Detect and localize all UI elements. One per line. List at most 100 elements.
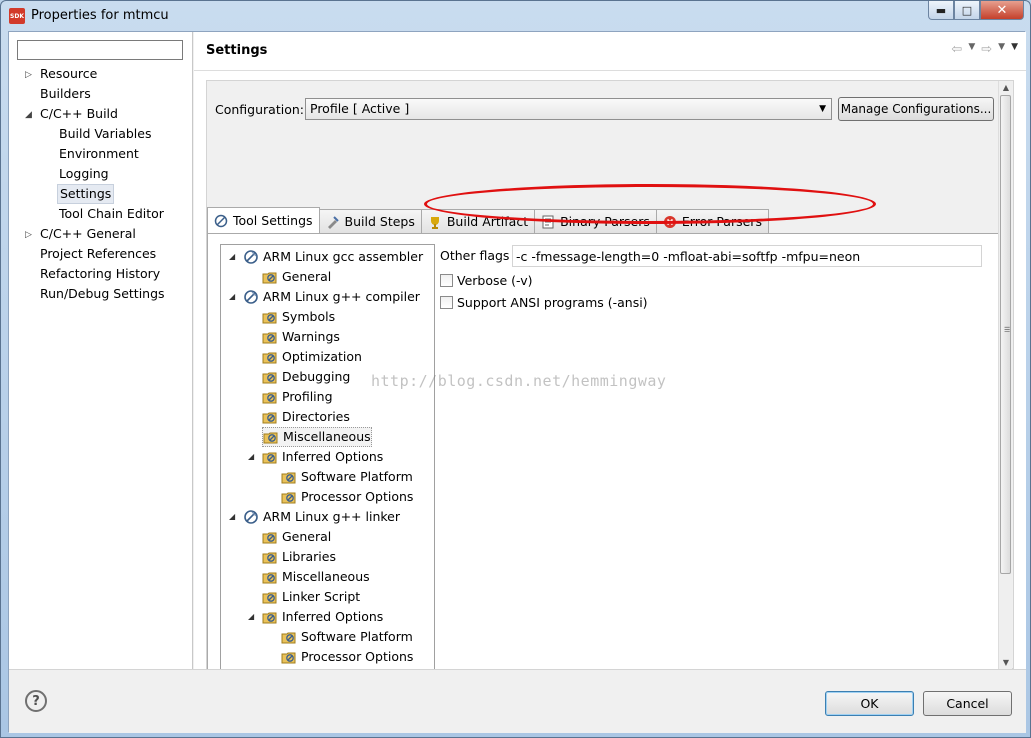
nav-item-builders[interactable]: Builders — [40, 84, 91, 104]
ok-button[interactable]: OK — [825, 691, 914, 716]
option-category-icon — [262, 309, 278, 325]
tree-item-compiler-software-platform[interactable]: Software Platform — [281, 467, 413, 487]
navigation-pane: ▷ Resource Builders ◢ C/C++ Build Build … — [9, 32, 193, 669]
scroll-down-icon[interactable]: ▼ — [999, 656, 1013, 670]
tree-item-label: Libraries — [282, 549, 336, 564]
expanded-arrow-icon[interactable]: ◢ — [229, 247, 235, 267]
manage-configurations-button[interactable]: Manage Configurations... — [838, 97, 994, 121]
tree-item-label: Debugging — [282, 369, 351, 384]
tree-item-linker-software-platform[interactable]: Software Platform — [281, 627, 413, 647]
nav-item-logging[interactable]: Logging — [59, 164, 109, 184]
tree-item-linker-script[interactable]: Linker Script — [262, 587, 360, 607]
minimize-button[interactable]: ▬ — [928, 1, 954, 20]
page-title: Settings — [206, 43, 268, 58]
verbose-checkbox[interactable] — [440, 274, 453, 287]
nav-item-tool-chain-editor[interactable]: Tool Chain Editor — [59, 204, 164, 224]
expanded-arrow-icon[interactable]: ◢ — [229, 507, 235, 527]
other-flags-input[interactable] — [512, 245, 982, 267]
tab-build-artifact[interactable]: Build Artifact — [420, 209, 536, 233]
configuration-label: Configuration: — [215, 102, 304, 117]
tree-item-gpp-linker[interactable]: ARM Linux g++ linker — [243, 507, 400, 527]
tree-item-compiler-inferred-options[interactable]: Inferred Options — [262, 447, 383, 467]
tab-build-steps[interactable]: Build Steps — [318, 209, 422, 233]
tool-tree: ◢ ARM Linux gcc assembler General ◢ ARM Linu… — [220, 244, 435, 724]
tree-item-assembler-general[interactable]: General — [262, 267, 331, 287]
history-nav: ⇦ ▼ ⇨ ▼ ▼ — [951, 42, 1018, 57]
vertical-scrollbar[interactable]: ▲ ☰ ▼ — [998, 81, 1012, 670]
tree-item-linker-miscellaneous[interactable]: Miscellaneous — [262, 567, 370, 587]
options-pane: Other flags Verbose (-v) Support ANSI pr… — [436, 244, 996, 714]
tree-item-label: Directories — [282, 409, 350, 424]
ansi-option[interactable]: Support ANSI programs (-ansi) — [440, 295, 648, 310]
tool-icon — [243, 289, 259, 305]
nav-item-cpp-general[interactable]: C/C++ General — [40, 224, 136, 244]
dropdown-arrow-icon: ▼ — [819, 104, 826, 114]
help-button[interactable]: ? — [25, 690, 47, 712]
tab-label: Error Parsers — [681, 214, 762, 229]
window-controls: ▬ □ ✕ — [928, 1, 1024, 20]
option-category-icon — [262, 449, 278, 465]
tree-item-compiler-processor-options[interactable]: Processor Options — [281, 487, 413, 507]
nav-item-settings[interactable]: Settings — [57, 184, 115, 204]
forward-arrow-icon[interactable]: ⇨ — [981, 42, 992, 57]
tree-item-profiling[interactable]: Profiling — [262, 387, 333, 407]
verbose-label: Verbose (-v) — [457, 273, 533, 288]
nav-item-refactoring-history[interactable]: Refactoring History — [40, 264, 160, 284]
view-menu-icon[interactable]: ▼ — [1011, 42, 1018, 57]
filter-input[interactable] — [17, 40, 183, 60]
scroll-up-icon[interactable]: ▲ — [999, 81, 1013, 95]
tab-binary-parsers[interactable]: Binary Parsers — [534, 209, 657, 233]
tree-item-gcc-assembler[interactable]: ARM Linux gcc assembler — [243, 247, 423, 267]
cancel-button[interactable]: Cancel — [923, 691, 1012, 716]
verbose-option[interactable]: Verbose (-v) — [440, 273, 533, 288]
maximize-button[interactable]: □ — [954, 1, 980, 20]
nav-item-environment[interactable]: Environment — [59, 144, 139, 164]
expanded-arrow-icon[interactable]: ◢ — [248, 607, 254, 627]
tree-item-directories[interactable]: Directories — [262, 407, 350, 427]
tree-item-linker-processor-options[interactable]: Processor Options — [281, 647, 413, 667]
other-flags-label: Other flags — [440, 248, 510, 263]
tree-item-label: Software Platform — [301, 469, 413, 484]
tree-item-libraries[interactable]: Libraries — [262, 547, 336, 567]
tab-tool-settings[interactable]: Tool Settings — [207, 207, 320, 233]
tree-item-gpp-compiler[interactable]: ARM Linux g++ compiler — [243, 287, 420, 307]
tree-item-label: ARM Linux gcc assembler — [263, 249, 424, 264]
tree-item-linker-inferred-options[interactable]: Inferred Options — [262, 607, 383, 627]
back-dropdown-icon[interactable]: ▼ — [968, 42, 975, 57]
tab-error-parsers[interactable]: Error Parsers — [655, 209, 769, 233]
nav-item-build-variables[interactable]: Build Variables — [59, 124, 151, 144]
option-category-icon — [262, 389, 278, 405]
tree-item-label: Profiling — [282, 389, 333, 404]
tree-item-warnings[interactable]: Warnings — [262, 327, 340, 347]
nav-item-run-debug-settings[interactable]: Run/Debug Settings — [40, 284, 165, 304]
tool-settings-icon — [214, 214, 228, 228]
tree-item-symbols[interactable]: Symbols — [262, 307, 335, 327]
header-divider — [194, 70, 1026, 71]
tree-item-label: Linker Script — [282, 589, 361, 604]
tree-item-compiler-miscellaneous[interactable]: Miscellaneous — [262, 427, 372, 447]
tree-item-debugging[interactable]: Debugging — [262, 367, 350, 387]
ansi-label: Support ANSI programs (-ansi) — [457, 295, 648, 310]
close-button[interactable]: ✕ — [980, 1, 1024, 20]
title-bar[interactable]: SDK Properties for mtmcu ▬ □ ✕ — [1, 1, 1030, 31]
nav-item-project-references[interactable]: Project References — [40, 244, 156, 264]
nav-item-resource[interactable]: Resource — [40, 64, 97, 84]
trophy-icon — [428, 215, 442, 229]
forward-dropdown-icon[interactable]: ▼ — [998, 42, 1005, 57]
collapsed-arrow-icon[interactable]: ▷ — [25, 65, 32, 85]
ansi-checkbox[interactable] — [440, 296, 453, 309]
tree-item-label: General — [282, 529, 332, 544]
nav-item-cpp-build[interactable]: C/C++ Build — [40, 104, 118, 124]
collapsed-arrow-icon[interactable]: ▷ — [25, 225, 32, 245]
configuration-select[interactable]: Profile [ Active ] ▼ — [305, 98, 832, 120]
close-icon: ✕ — [996, 2, 1008, 18]
expanded-arrow-icon[interactable]: ◢ — [248, 447, 254, 467]
expanded-arrow-icon[interactable]: ◢ — [229, 287, 235, 307]
tree-item-optimization[interactable]: Optimization — [262, 347, 362, 367]
maximize-icon: □ — [961, 3, 973, 17]
expanded-arrow-icon[interactable]: ◢ — [25, 105, 32, 125]
back-arrow-icon[interactable]: ⇦ — [951, 42, 962, 57]
scrollbar-thumb[interactable]: ☰ — [1000, 95, 1011, 574]
tree-item-linker-general[interactable]: General — [262, 527, 331, 547]
settings-page: Settings ⇦ ▼ ⇨ ▼ ▼ Configuration: Profil… — [194, 32, 1026, 724]
